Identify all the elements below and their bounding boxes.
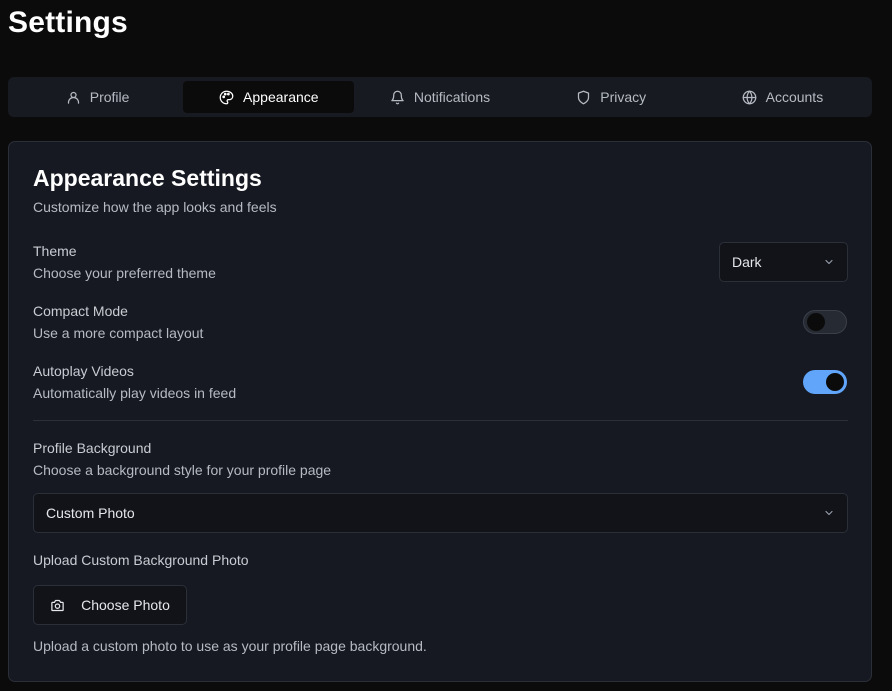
- compact-mode-toggle[interactable]: [803, 310, 847, 334]
- profile-background-select[interactable]: Custom Photo: [33, 493, 848, 533]
- compact-mode-description: Use a more compact layout: [33, 325, 204, 341]
- autoplay-label: Autoplay Videos: [33, 363, 134, 379]
- user-icon: [66, 90, 81, 105]
- theme-description: Choose your preferred theme: [33, 265, 216, 281]
- choose-photo-label: Choose Photo: [81, 597, 170, 613]
- tab-privacy[interactable]: Privacy: [526, 81, 697, 113]
- tab-label: Profile: [89, 89, 130, 105]
- divider: [33, 420, 848, 421]
- camera-icon: [50, 598, 65, 613]
- profile-background-label: Profile Background: [33, 440, 152, 456]
- choose-photo-button[interactable]: Choose Photo: [33, 585, 187, 625]
- profile-background-description: Choose a background style for your profi…: [33, 462, 332, 478]
- tab-label: Notifications: [413, 89, 491, 105]
- settings-tabs: Profile Appearance Notifications Privacy…: [8, 77, 872, 117]
- globe-icon: [742, 90, 757, 105]
- shield-icon: [576, 90, 591, 105]
- tab-profile[interactable]: Profile: [12, 81, 183, 113]
- autoplay-toggle[interactable]: [803, 370, 847, 394]
- tab-appearance[interactable]: Appearance: [183, 81, 355, 113]
- toggle-knob: [826, 373, 844, 391]
- tab-accounts[interactable]: Accounts: [697, 81, 868, 113]
- tab-label: Accounts: [765, 89, 824, 105]
- theme-select[interactable]: Dark: [719, 242, 848, 282]
- card-subtitle: Customize how the app looks and feels: [33, 199, 277, 215]
- page-title: Settings: [8, 6, 128, 39]
- tab-label: Privacy: [600, 89, 647, 105]
- tab-label: Appearance: [243, 89, 319, 105]
- profile-background-select-value: Custom Photo: [46, 505, 135, 521]
- upload-help-text: Upload a custom photo to use as your pro…: [33, 638, 427, 654]
- bell-icon: [390, 90, 405, 105]
- chevron-down-icon: [823, 256, 835, 268]
- autoplay-description: Automatically play videos in feed: [33, 385, 237, 401]
- theme-select-value: Dark: [732, 254, 762, 270]
- upload-label: Upload Custom Background Photo: [33, 552, 249, 568]
- tab-notifications[interactable]: Notifications: [354, 81, 525, 113]
- compact-mode-label: Compact Mode: [33, 303, 128, 319]
- appearance-settings-card: Appearance Settings Customize how the ap…: [8, 141, 872, 682]
- theme-label: Theme: [33, 243, 77, 259]
- toggle-knob: [807, 313, 825, 331]
- chevron-down-icon: [823, 507, 835, 519]
- palette-icon: [219, 90, 234, 105]
- card-title: Appearance Settings: [33, 165, 262, 191]
